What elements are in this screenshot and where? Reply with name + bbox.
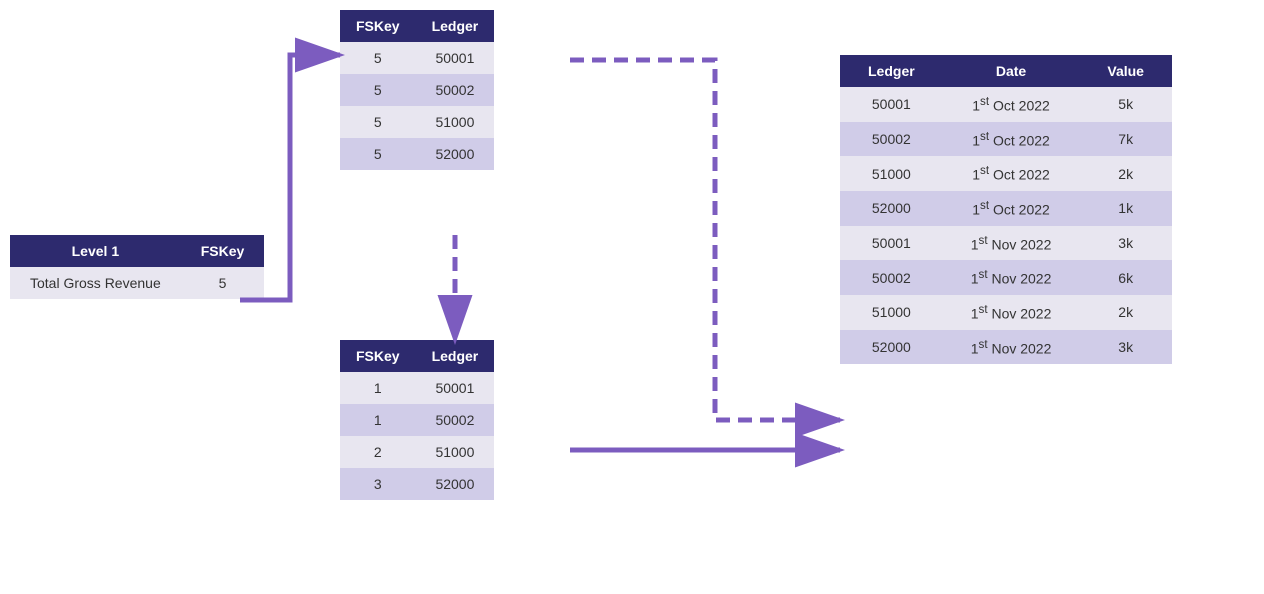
date-cell-right: 1st Oct 2022	[943, 191, 1080, 226]
level1-header: Level 1	[10, 235, 181, 267]
ledger-cell-right: 50001	[840, 226, 943, 261]
ledger-cell-top-mid: 51000	[416, 106, 495, 138]
value-cell-right: 3k	[1079, 330, 1172, 365]
ledger-cell-right: 51000	[840, 156, 943, 191]
fskey-header-bot-mid: FSKey	[340, 340, 416, 372]
fskey-cell-top-mid: 5	[340, 106, 416, 138]
value-cell-right: 5k	[1079, 87, 1172, 122]
ledger-cell-right: 52000	[840, 191, 943, 226]
fskey-cell-top-mid: 5	[340, 42, 416, 74]
fskey-cell-top-mid: 5	[340, 74, 416, 106]
ledger-cell-top-mid: 50002	[416, 74, 495, 106]
date-cell-right: 1st Nov 2022	[943, 260, 1080, 295]
fskey-cell-bot-mid: 2	[340, 436, 416, 468]
ledger-cell-right: 50002	[840, 260, 943, 295]
date-cell-right: 1st Nov 2022	[943, 226, 1080, 261]
date-cell-right: 1st Oct 2022	[943, 156, 1080, 191]
ledger-cell-bot-mid: 52000	[416, 468, 495, 500]
ledger-cell-bot-mid: 51000	[416, 436, 495, 468]
bot-mid-table: FSKey Ledger 150001150002251000352000	[340, 340, 494, 500]
value-cell-right: 1k	[1079, 191, 1172, 226]
fskey-cell-top-mid: 5	[340, 138, 416, 170]
fskey-cell-left: 5	[181, 267, 265, 299]
value-cell-right: 6k	[1079, 260, 1172, 295]
date-header-right: Date	[943, 55, 1080, 87]
ledger-cell-right: 50001	[840, 87, 943, 122]
right-table: Ledger Date Value 500011st Oct 20225k500…	[840, 55, 1172, 364]
date-cell-right: 1st Oct 2022	[943, 87, 1080, 122]
date-cell-right: 1st Nov 2022	[943, 295, 1080, 330]
value-cell-right: 2k	[1079, 295, 1172, 330]
date-cell-right: 1st Nov 2022	[943, 330, 1080, 365]
ledger-cell-top-mid: 50001	[416, 42, 495, 74]
value-header-right: Value	[1079, 55, 1172, 87]
value-cell-right: 7k	[1079, 122, 1172, 157]
ledger-cell-right: 50002	[840, 122, 943, 157]
ledger-header-bot-mid: Ledger	[416, 340, 495, 372]
top-mid-table: FSKey Ledger 550001550002551000552000	[340, 10, 494, 170]
fskey-header-top-mid: FSKey	[340, 10, 416, 42]
level1-fskey-table: Level 1 FSKey Total Gross Revenue5	[10, 235, 264, 299]
value-cell-right: 3k	[1079, 226, 1172, 261]
ledger-cell-right: 51000	[840, 295, 943, 330]
level1-cell: Total Gross Revenue	[10, 267, 181, 299]
ledger-cell-right: 52000	[840, 330, 943, 365]
value-cell-right: 2k	[1079, 156, 1172, 191]
fskey-cell-bot-mid: 1	[340, 404, 416, 436]
ledger-header-top-mid: Ledger	[416, 10, 495, 42]
ledger-cell-bot-mid: 50002	[416, 404, 495, 436]
ledger-cell-bot-mid: 50001	[416, 372, 495, 404]
arrow-top-mid-to-right-dashed	[570, 60, 840, 420]
date-cell-right: 1st Oct 2022	[943, 122, 1080, 157]
ledger-cell-top-mid: 52000	[416, 138, 495, 170]
fskey-header-left: FSKey	[181, 235, 265, 267]
fskey-cell-bot-mid: 1	[340, 372, 416, 404]
ledger-header-right: Ledger	[840, 55, 943, 87]
fskey-cell-bot-mid: 3	[340, 468, 416, 500]
